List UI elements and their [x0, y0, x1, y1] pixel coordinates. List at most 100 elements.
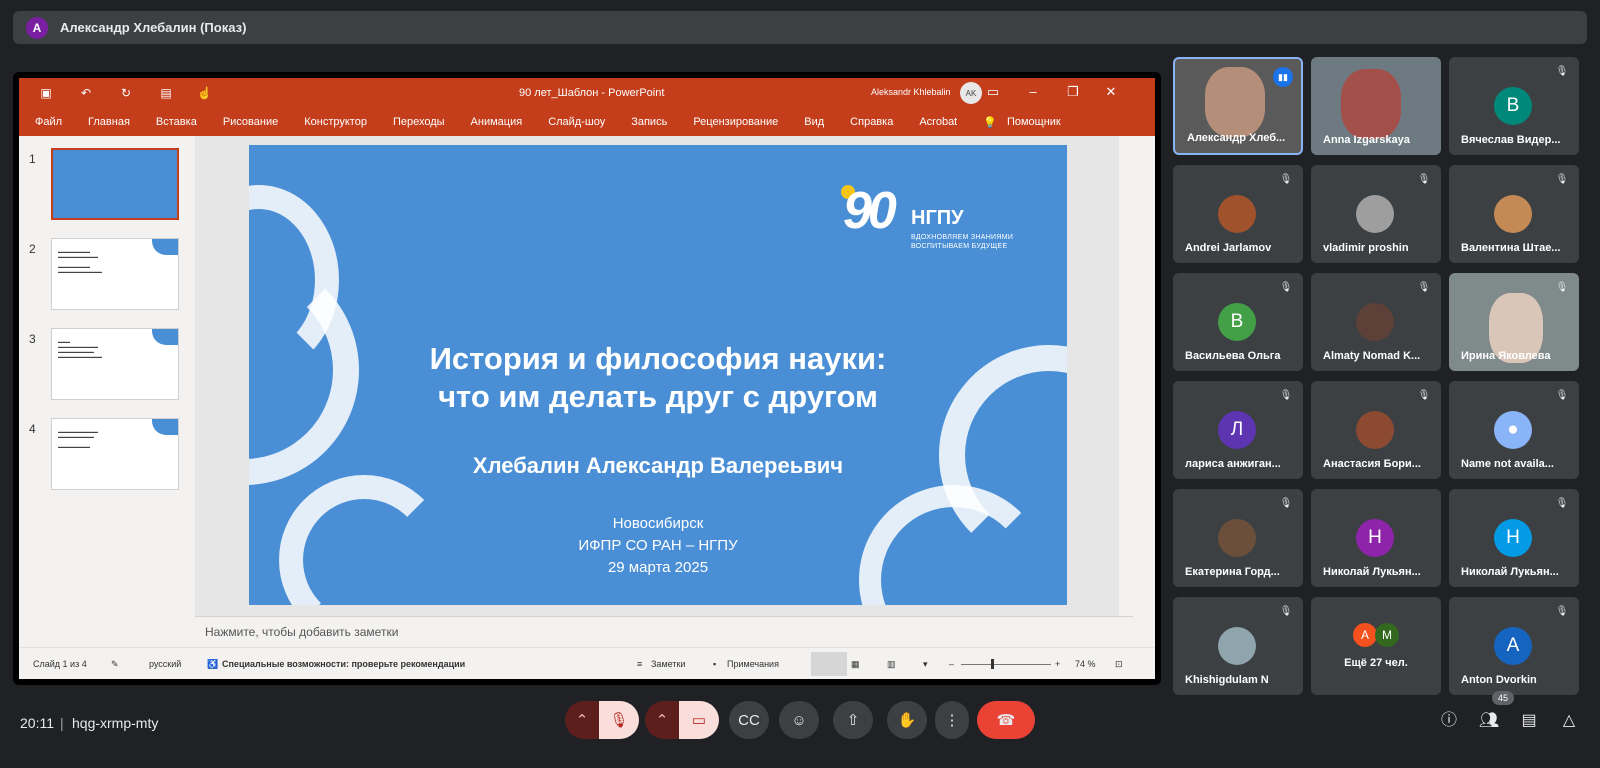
- zoom-slider-thumb[interactable]: [991, 659, 994, 669]
- participant-tile[interactable]: ▮▮ Александр Хлеб...: [1173, 57, 1303, 155]
- tab-transitions[interactable]: Переходы: [393, 116, 445, 128]
- participant-tile[interactable]: 🎙︎ Л лариса анжиган...: [1173, 381, 1303, 479]
- ribbon-display-icon[interactable]: ▭: [985, 84, 1001, 100]
- meeting-time: 20:11: [20, 715, 54, 731]
- participant-tile[interactable]: Anna Izgarskaya: [1311, 57, 1441, 155]
- camera-off-button[interactable]: ▭: [679, 701, 719, 739]
- meeting-info-icon[interactable]: ⓘ: [1438, 710, 1460, 732]
- notes-pane[interactable]: Нажмите, чтобы добавить заметки: [195, 616, 1133, 647]
- slide-thumbnail-4[interactable]: ▬▬▬▬▬▬▬▬▬▬ ▬▬▬▬▬▬▬▬▬ ▬▬▬▬▬▬▬▬: [51, 418, 179, 490]
- comments-button[interactable]: Примечания: [727, 659, 779, 669]
- tab-draw[interactable]: Рисование: [223, 116, 278, 128]
- accessibility-icon[interactable]: ♿: [207, 659, 218, 670]
- more-participants-label: Ещё 27 чел.: [1344, 657, 1408, 669]
- participant-tile[interactable]: 🎙︎ Almaty Nomad K...: [1311, 273, 1441, 371]
- mic-off-icon: 🎙︎: [1417, 390, 1431, 401]
- zoom-out-icon[interactable]: –: [949, 659, 954, 669]
- video-options-button[interactable]: ⌃: [645, 701, 679, 739]
- participant-tile[interactable]: 🎙︎ Екатерина Горд...: [1173, 489, 1303, 587]
- tab-animations[interactable]: Анимация: [471, 116, 523, 128]
- participant-photo: [1356, 411, 1394, 449]
- tab-view[interactable]: Вид: [804, 116, 824, 128]
- slide-thumbnail-1[interactable]: [51, 148, 179, 220]
- participant-tile[interactable]: 🎙︎ Анастасия Бори...: [1311, 381, 1441, 479]
- leave-call-button[interactable]: ☎: [977, 701, 1035, 739]
- captions-button[interactable]: CC: [729, 701, 769, 739]
- slide-thumbnail-3[interactable]: ▬▬▬ ▬▬▬▬▬▬▬▬▬▬ ▬▬▬▬▬▬▬▬▬ ▬▬▬▬▬▬▬▬▬▬▬: [51, 328, 179, 400]
- mic-off-icon: 🎙︎: [1279, 282, 1293, 293]
- tab-helper[interactable]: Помощник: [1007, 116, 1061, 128]
- redo-icon[interactable]: ↻: [119, 86, 133, 100]
- participant-photo: [1218, 195, 1256, 233]
- tab-design[interactable]: Конструктор: [304, 116, 367, 128]
- raise-hand-button[interactable]: ✋: [887, 701, 927, 739]
- fit-slide-icon[interactable]: ⊡: [1115, 659, 1123, 670]
- participant-tile[interactable]: 🎙︎ ● Name not availa...: [1449, 381, 1579, 479]
- notes-button[interactable]: Заметки: [651, 659, 685, 669]
- zoom-level[interactable]: 74 %: [1075, 659, 1096, 669]
- save-icon[interactable]: ▣: [39, 86, 53, 100]
- participant-tile[interactable]: 🎙︎ Andrei Jarlamov: [1173, 165, 1303, 263]
- account-avatar[interactable]: AK: [960, 82, 982, 104]
- restore-icon[interactable]: ❐: [1065, 84, 1081, 100]
- mic-off-button[interactable]: 🎙︎: [599, 701, 639, 739]
- more-options-button[interactable]: ⋮: [935, 701, 969, 739]
- participant-tile[interactable]: 🎙︎ В Васильева Ольга: [1173, 273, 1303, 371]
- normal-view-icon[interactable]: [811, 652, 847, 676]
- emoji-button[interactable]: ☺: [779, 701, 819, 739]
- slide-canvas[interactable]: 90 НГПУ ВДОХНОВЛЯЕМ ЗНАНИЯМИ ВОСПИТЫВАЕМ…: [249, 145, 1067, 605]
- participant-name: Name not availa...: [1461, 458, 1554, 470]
- reading-view-icon[interactable]: ▥: [887, 659, 896, 670]
- participant-name: Andrei Jarlamov: [1185, 242, 1272, 254]
- participant-tile[interactable]: 🎙︎ A Anton Dvorkin: [1449, 597, 1579, 695]
- presentation-icon[interactable]: ▤: [159, 86, 173, 100]
- tab-review[interactable]: Рецензирование: [693, 116, 778, 128]
- participant-name: Александр Хлеб...: [1187, 132, 1286, 144]
- meeting-code[interactable]: hqg-xrmp-mty: [72, 715, 158, 731]
- chat-icon[interactable]: ▤: [1518, 710, 1540, 732]
- participant-tile[interactable]: 🎙︎ Khishigdulam N: [1173, 597, 1303, 695]
- notes-icon[interactable]: ≡: [637, 659, 642, 669]
- account-name[interactable]: Aleksandr Khlebalin: [871, 87, 951, 97]
- minimize-icon[interactable]: –: [1025, 84, 1041, 100]
- tab-acrobat[interactable]: Acrobat: [919, 116, 957, 128]
- vertical-scrollbar[interactable]: [1119, 136, 1133, 598]
- participant-tile[interactable]: 🎙︎ vladimir proshin: [1311, 165, 1441, 263]
- tab-insert[interactable]: Вставка: [156, 116, 197, 128]
- zoom-slider[interactable]: [961, 664, 1051, 665]
- slide-sorter-icon[interactable]: ▦: [851, 659, 860, 670]
- more-participants-tile[interactable]: А M Ещё 27 чел.: [1311, 597, 1441, 695]
- accessibility-status[interactable]: Специальные возможности: проверьте реком…: [222, 659, 465, 669]
- slide-city: Новосибирск: [612, 515, 704, 532]
- slide-editor[interactable]: 90 НГПУ ВДОХНОВЛЯЕМ ЗНАНИЯМИ ВОСПИТЫВАЕМ…: [195, 136, 1119, 616]
- participant-name: Анастасия Бори...: [1323, 458, 1421, 470]
- audio-options-button[interactable]: ⌃: [565, 701, 599, 739]
- participant-tile[interactable]: Н Николай Лукьян...: [1311, 489, 1441, 587]
- undo-icon[interactable]: ↶: [79, 86, 93, 100]
- people-icon[interactable]: 👥︎: [1478, 710, 1500, 732]
- participant-tile[interactable]: 🎙︎ В Вячеслав Видер...: [1449, 57, 1579, 155]
- participant-photo: [1218, 519, 1256, 557]
- tab-help[interactable]: Справка: [850, 116, 893, 128]
- participant-tile[interactable]: 🎙︎ Валентина Штае...: [1449, 165, 1579, 263]
- slideshow-icon[interactable]: ▾: [923, 659, 928, 670]
- touch-mode-icon[interactable]: ☝: [197, 86, 212, 100]
- thumb-text-lines: ▬▬▬▬▬▬▬▬ ▬▬▬▬▬▬▬▬▬▬ ▬▬▬▬▬▬▬▬ ▬▬▬▬▬▬▬▬▬▬▬: [58, 249, 102, 274]
- close-icon[interactable]: ✕: [1103, 84, 1119, 100]
- tab-slideshow[interactable]: Слайд-шоу: [548, 116, 605, 128]
- activities-icon[interactable]: △: [1558, 710, 1580, 732]
- tab-home[interactable]: Главная: [88, 116, 130, 128]
- present-button[interactable]: ⇧: [833, 701, 873, 739]
- zoom-in-icon[interactable]: +: [1055, 659, 1060, 669]
- language-status[interactable]: русский: [149, 659, 181, 669]
- tab-file[interactable]: Файл: [35, 116, 62, 128]
- slide-thumbnail-2[interactable]: ▬▬▬▬▬▬▬▬ ▬▬▬▬▬▬▬▬▬▬ ▬▬▬▬▬▬▬▬ ▬▬▬▬▬▬▬▬▬▬▬: [51, 238, 179, 310]
- spellcheck-icon[interactable]: ✎: [111, 659, 119, 670]
- comments-icon[interactable]: ▪: [713, 659, 716, 669]
- participant-tile[interactable]: 🎙︎ Н Николай Лукьян...: [1449, 489, 1579, 587]
- mic-off-icon: 🎙︎: [1417, 282, 1431, 293]
- participant-tile[interactable]: 🎙︎ Ирина Яковлева: [1449, 273, 1579, 371]
- participant-name: лариса анжиган...: [1185, 458, 1281, 470]
- tab-record[interactable]: Запись: [631, 116, 667, 128]
- presenter-label: Александр Хлебалин (Показ): [60, 20, 247, 35]
